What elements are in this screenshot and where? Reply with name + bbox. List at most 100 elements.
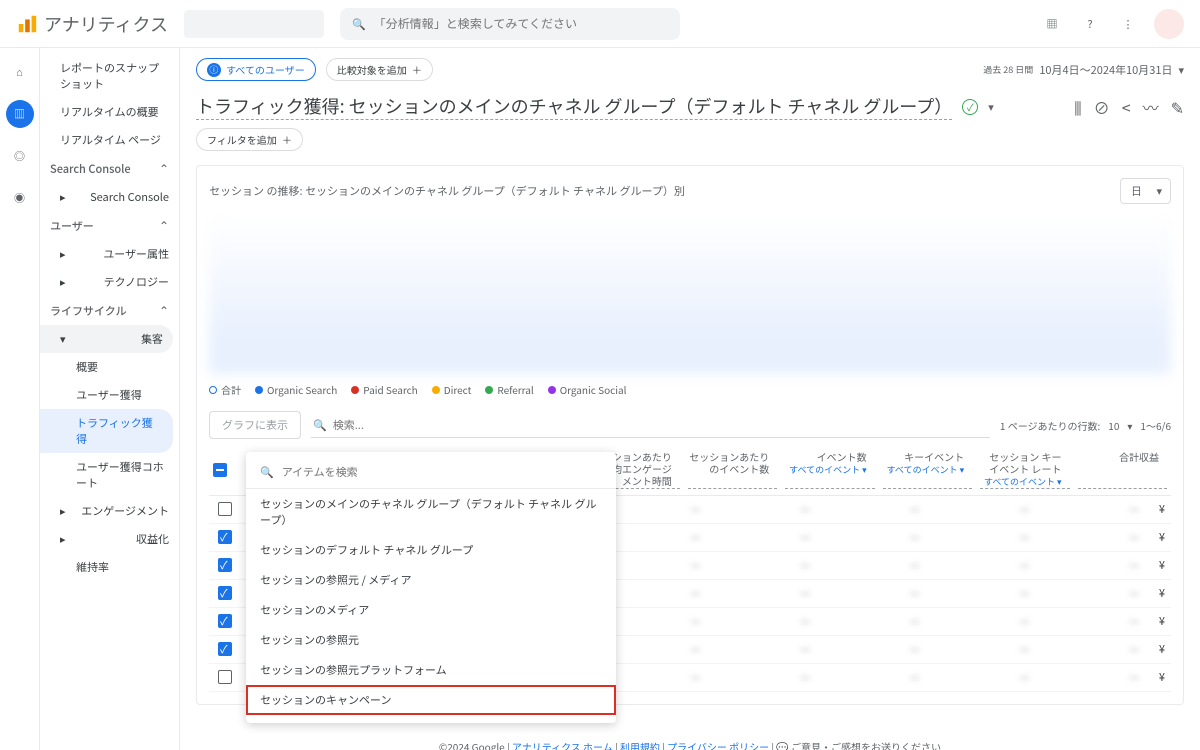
dropdown-item[interactable]: セッションの参照元 [246,625,616,655]
sidebar-user-cohort[interactable]: ユーザー獲得コホート [40,453,179,497]
table-search-input[interactable] [333,417,988,433]
rail-explore-icon[interactable]: ◎ [6,142,34,170]
sidebar-section-searchconsole[interactable]: Search Console⌃ [40,154,179,183]
footer-feedback[interactable]: ご意見・ご感想をお送りください [791,739,941,750]
status-ok-icon[interactable]: ✓ [962,99,978,115]
table-search[interactable]: 🔍 [311,413,990,438]
legend-item[interactable]: Paid Search [351,382,418,397]
sidebar-realtime-overview[interactable]: リアルタイムの概要 [40,98,179,126]
search-input[interactable] [374,15,668,32]
td-check[interactable] [209,558,241,572]
add-filter-button[interactable]: フィルタを追加＋ [196,128,303,151]
line-chart[interactable] [209,214,1171,374]
feedback-icon: 💬 [776,739,788,750]
legend-item[interactable]: Direct [432,382,472,397]
sidebar-section-user[interactable]: ユーザー⌃ [40,211,179,240]
td-metric: — [708,501,818,517]
td-check[interactable] [209,586,241,600]
checkbox[interactable] [218,558,232,572]
dropdown-search[interactable]: 🔍 [246,460,616,489]
rows-per-page-value[interactable]: 10 [1108,418,1119,433]
legend-item[interactable]: Referral [485,382,533,397]
apps-icon[interactable]: ▦ [1040,12,1064,36]
rail-ads-icon[interactable]: ◉ [6,184,34,212]
td-yen: ¥ [1147,585,1171,601]
td-check[interactable] [209,642,241,656]
sidebar-acquisition[interactable]: ▾ 集客 [40,325,173,353]
th-metric[interactable]: セッション キーイベント レートすべてのイベント ▾ [980,451,1069,489]
td-check[interactable] [209,502,241,516]
global-search[interactable]: 🔍 [340,8,680,40]
dropdown-item[interactable]: セッションの参照元プラットフォーム [246,655,616,685]
legend-item[interactable]: Organic Search [255,382,337,397]
segment-all-users[interactable]: ⓘすべてのユーザー [196,58,316,81]
customize-icon[interactable]: ⫼ [1074,95,1081,119]
checkbox[interactable] [218,670,232,684]
th-metric[interactable]: キーイベントすべてのイベント ▾ [883,451,972,489]
chevron-down-icon[interactable]: ▾ [988,99,994,115]
sidebar-user-attr[interactable]: ▸ ユーザー属性 [40,240,179,268]
search-icon: 🔍 [260,464,274,480]
rail-home-icon[interactable]: ⌂ [6,58,34,86]
page-range: 1～6/6 [1140,418,1171,433]
dropdown-item[interactable]: セッションのキャンペーン [246,685,616,715]
add-comparison-button[interactable]: 比較対象を追加＋ [326,58,433,81]
avatar[interactable] [1154,9,1184,39]
td-check[interactable] [209,530,241,544]
insights-icon[interactable]: ⊘ [1094,95,1110,119]
dropdown-item[interactable]: セッションのデフォルト チャネル グループ [246,535,616,565]
sidebar-monetize[interactable]: ▸ 収益化 [40,525,179,553]
date-range-picker[interactable]: 過去 28 日間 10月4日～2024年10月31日 ▾ [983,62,1184,78]
checkbox[interactable] [218,614,232,628]
property-selector[interactable] [184,10,324,38]
th-metric[interactable]: イベント数すべてのイベント ▾ [785,451,874,489]
edit-icon[interactable]: ✎ [1171,95,1184,119]
more-icon[interactable]: ⋮ [1116,12,1140,36]
sidebar-technology[interactable]: ▸ テクノロジー [40,268,179,296]
sidebar-searchconsole[interactable]: ▸ Search Console [40,183,179,211]
footer-link-privacy[interactable]: プライバシー ポリシー [667,739,769,750]
legend-swatch [432,386,440,394]
rail-reports-icon[interactable]: ▥ [6,100,34,128]
search-icon: 🔍 [313,417,327,433]
plus-icon: ＋ [282,132,292,147]
help-icon[interactable]: ? [1078,12,1102,36]
legend-item[interactable]: Organic Social [548,382,627,397]
sidebar-snapshot[interactable]: レポートのスナップショット [40,54,179,98]
checkbox[interactable] [218,502,232,516]
share-icon[interactable]: < [1122,95,1131,119]
sidebar-traffic-acq[interactable]: トラフィック獲得 [40,409,173,453]
footer-link-home[interactable]: アナリティクス ホーム [512,739,613,750]
dropdown-search-input[interactable] [282,464,602,480]
legend-label: 合計 [221,382,241,397]
granularity-select[interactable]: 日 ▾ [1120,178,1171,204]
td-metric: — [928,585,1038,601]
legend-item[interactable]: 合計 [209,382,241,397]
td-check[interactable] [209,614,241,628]
sidebar-section-lifecycle[interactable]: ライフサイクル⌃ [40,296,179,325]
app-logo[interactable]: アナリティクス [16,11,168,37]
dropdown-item[interactable]: セッションの参照元 / メディア [246,565,616,595]
footer-link-terms[interactable]: 利用規約 [620,739,660,750]
checkbox[interactable] [218,530,232,544]
dropdown-item[interactable]: セッションのメディア [246,595,616,625]
nav-rail: ⌂ ▥ ◎ ◉ [0,48,40,750]
legend-swatch [485,386,493,394]
trend-icon[interactable]: 〰 [1143,95,1159,119]
td-check[interactable] [209,670,241,684]
sidebar-user-acq[interactable]: ユーザー獲得 [40,381,179,409]
th-metric[interactable]: 合計収益 [1078,451,1167,489]
sidebar-realtime-page[interactable]: リアルタイム ページ [40,126,179,154]
legend-label: Organic Search [267,382,337,397]
sidebar-acq-overview[interactable]: 概要 [40,353,179,381]
chevron-down-icon: ▾ [1156,183,1162,199]
dropdown-item[interactable]: セッションのメインのチャネル グループ（デフォルト チャネル グループ） [246,489,616,535]
checkbox[interactable] [218,586,232,600]
sidebar-engagement[interactable]: ▸ エンゲージメント [40,497,179,525]
sidebar-retention[interactable]: 維持率 [40,553,179,581]
checkbox[interactable] [218,642,232,656]
chevron-down-icon[interactable]: ▾ [1127,418,1132,433]
show-in-chart-button[interactable]: グラフに表示 [209,411,301,439]
checkbox-partial[interactable] [213,463,227,477]
th-metric[interactable]: セッションあたりのイベント数 [688,451,777,489]
